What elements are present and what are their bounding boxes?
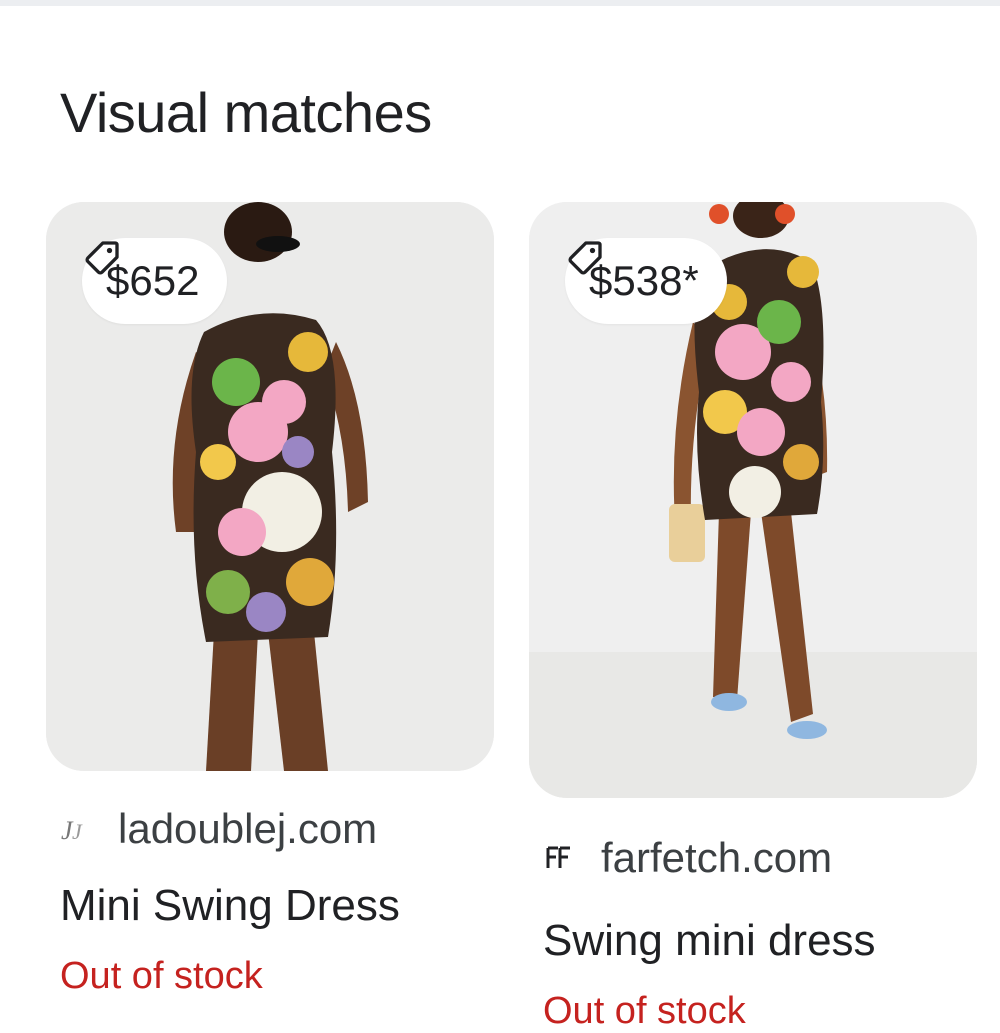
price-tag-icon: [568, 241, 602, 275]
price-label: $538*: [589, 257, 699, 304]
svg-text:J: J: [72, 819, 83, 844]
source-domain: farfetch.com: [601, 834, 833, 881]
price-chip: $538*: [565, 238, 727, 324]
source-row[interactable]: farfetch.com: [539, 834, 977, 882]
farfetch-favicon-icon: [539, 838, 579, 878]
stock-status: Out of stock: [543, 990, 746, 1032]
price-chip: $652: [82, 238, 228, 324]
result-card-farfetch[interactable]: $538* farfetch.com Swing mini dress Out …: [529, 202, 977, 1033]
product-image[interactable]: $538*: [529, 202, 977, 798]
stock-status: Out of stock: [60, 955, 263, 997]
top-bar: [0, 0, 1000, 6]
section-title: Visual matches: [60, 81, 432, 144]
product-title[interactable]: Swing mini dress: [543, 916, 977, 966]
price-tag-icon: [85, 241, 119, 275]
source-row[interactable]: J J ladoublej.com: [56, 805, 494, 853]
ladoublej-favicon-icon: J J: [56, 809, 96, 849]
product-image[interactable]: $652: [46, 202, 494, 771]
product-title[interactable]: Mini Swing Dress: [60, 881, 494, 931]
source-domain: ladoublej.com: [118, 805, 378, 852]
result-card-ladoublej[interactable]: $652 J J ladoublej.com Mini Swing Dress …: [46, 202, 494, 998]
